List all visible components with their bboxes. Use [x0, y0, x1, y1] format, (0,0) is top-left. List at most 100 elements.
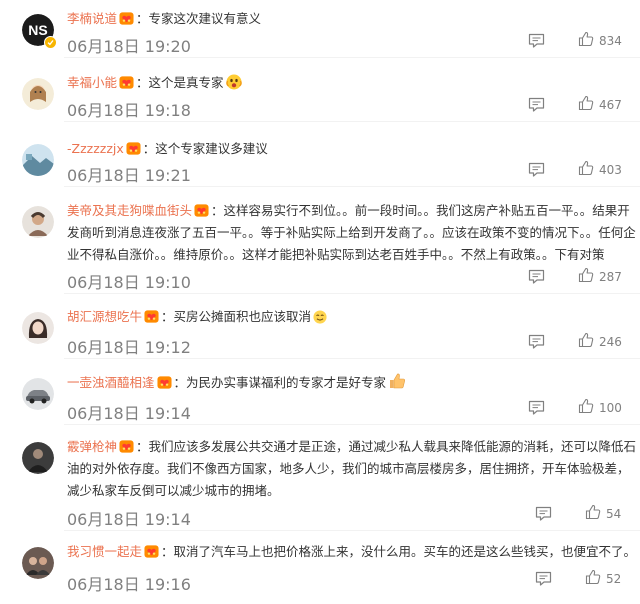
comment-divider: [64, 358, 640, 359]
fan-badge-icon: [194, 203, 209, 218]
like-button[interactable]: 246: [578, 332, 622, 352]
comment-item: 美帝及其走狗喋血街头 ：这样容易实行不到位。。前一段时间。。我们这房产补贴五百一平…: [0, 200, 640, 266]
comment-timestamp: 06月18日 19:16: [67, 575, 191, 594]
fan-badge-icon: [126, 141, 141, 156]
comment-meta: 06月18日 19:20 834: [0, 31, 640, 56]
like-count: 403: [599, 163, 622, 177]
comment-text: 这个是真专家: [148, 75, 224, 90]
surprised-face-emoji: [225, 74, 242, 90]
comment-item: 霰弹枪神 ：我们应该多发展公共交通才是正途，通过减少私人载具来降低能源的消耗，还可…: [0, 436, 640, 502]
colon-separator: ：: [142, 141, 156, 156]
comment-username[interactable]: -Zzzzzzjx: [67, 141, 124, 156]
like-count: 54: [606, 507, 622, 521]
comment-meta: 06月18日 19:10 287: [0, 267, 640, 292]
like-count: 100: [599, 401, 622, 415]
thumbs-up-icon: [585, 504, 601, 524]
comment-timestamp: 06月18日 19:12: [67, 338, 191, 357]
colon-separator: ：: [136, 75, 149, 90]
reply-icon[interactable]: [528, 400, 545, 415]
reply-icon[interactable]: [535, 571, 552, 586]
comment-text: 取消了汽车马上也把价格涨上来，没什么用。买车的还是这么些钱买，也便宜不了。: [173, 544, 637, 559]
fan-badge-icon: [144, 544, 159, 559]
avatar[interactable]: [22, 442, 54, 474]
comment-meta: 06月18日 19:21 403: [0, 160, 640, 185]
comment-text-line: 我习惯一起走 ：取消了汽车马上也把价格涨上来，没什么用。买车的还是这么些钱买，也便…: [67, 541, 640, 563]
fan-badge-icon: [119, 75, 134, 90]
like-button[interactable]: 52: [585, 569, 621, 589]
comment-body: 美帝及其走狗喋血街头 ：这样容易实行不到位。。前一段时间。。我们这房产补贴五百一平…: [67, 200, 640, 266]
colon-separator: ：: [136, 11, 149, 26]
thumbs-up-icon: [578, 160, 594, 180]
comment-text-line: -Zzzzzzjx ：这个专家建议多建议: [67, 138, 640, 160]
comment-body: 霰弹枪神 ：我们应该多发展公共交通才是正途，通过减少私人载具来降低能源的消耗，还可…: [67, 436, 640, 502]
comment-text: 我们应该多发展公共交通才是正途，通过减少私人载具来降低能源的消耗，还可以降低石油…: [67, 439, 637, 498]
comment-text: 买房公摊面积也应该取消: [173, 309, 312, 324]
reply-icon[interactable]: [535, 506, 552, 521]
like-button[interactable]: 100: [578, 398, 622, 418]
like-count: 52: [606, 572, 622, 586]
like-button[interactable]: 403: [578, 160, 622, 180]
colon-separator: ：: [211, 203, 224, 218]
like-count: 834: [599, 34, 622, 48]
avatar-image: [22, 442, 54, 474]
thumbs-up-icon: [578, 398, 594, 418]
comment-text: 专家这次建议有意义: [148, 11, 262, 26]
thumbs-up-icon: [578, 31, 594, 51]
comment-username[interactable]: 胡汇源想吃牛: [67, 309, 142, 324]
thumbs-up-icon: [578, 95, 594, 115]
thumbs-up-icon: [578, 267, 594, 287]
comment-divider: [64, 121, 640, 122]
comment-timestamp: 06月18日 19:14: [67, 510, 191, 529]
like-button[interactable]: 54: [585, 504, 621, 524]
colon-separator: ：: [161, 544, 174, 559]
reply-icon[interactable]: [528, 97, 545, 112]
comment-meta: 06月18日 19:18 467: [0, 95, 640, 120]
like-count: 287: [599, 270, 622, 284]
comment-timestamp: 06月18日 19:21: [67, 166, 191, 185]
fan-badge-icon: [156, 375, 172, 390]
reply-icon[interactable]: [528, 334, 545, 349]
comment-text-line: 李楠说道 ：专家这次建议有意义: [67, 8, 640, 30]
comment-text: 这个专家建议多建议: [155, 141, 268, 156]
colon-separator: ：: [161, 309, 174, 324]
fan-badge-icon: [144, 309, 159, 324]
colon-separator: ：: [136, 439, 149, 454]
comment-divider: [64, 530, 640, 531]
colon-separator: ：: [173, 375, 187, 390]
avatar[interactable]: [22, 206, 54, 238]
like-count: 246: [599, 335, 622, 349]
comment-divider: [64, 57, 640, 58]
reply-icon[interactable]: [528, 269, 545, 284]
thumbs-up-emoji: [388, 372, 406, 389]
comment-text-line: 一壶浊酒醯相逢 ：为民办实事谋福利的专家才是好专家: [67, 372, 640, 394]
comment-username[interactable]: 美帝及其走狗喋血街头: [67, 203, 192, 218]
comment-text-line: 胡汇源想吃牛 ：买房公摊面积也应该取消: [67, 306, 640, 328]
reply-icon[interactable]: [528, 162, 545, 177]
comment-meta: 06月18日 19:14 54: [0, 504, 640, 529]
comment-text-line: 美帝及其走狗喋血街头 ：这样容易实行不到位。。前一段时间。。我们这房产补贴五百一平…: [67, 200, 640, 266]
comment-timestamp: 06月18日 19:18: [67, 101, 191, 120]
comment-meta: 06月18日 19:14 100: [0, 398, 640, 423]
comment-username[interactable]: 李楠说道: [67, 11, 117, 26]
like-count: 467: [599, 98, 622, 112]
like-button[interactable]: 467: [578, 95, 622, 115]
reply-icon[interactable]: [528, 33, 545, 48]
comment-username[interactable]: 霰弹枪神: [67, 439, 117, 454]
comment-meta: 06月18日 19:12 246: [0, 332, 640, 357]
comment-username[interactable]: 一壶浊酒醯相逢: [67, 375, 155, 390]
fan-badge-icon: [119, 11, 134, 26]
like-button[interactable]: 834: [578, 31, 622, 51]
thumbs-up-icon: [585, 569, 601, 589]
comment-username[interactable]: 幸福小能: [67, 75, 117, 90]
avatar-image: [22, 206, 54, 238]
comment-timestamp: 06月18日 19:14: [67, 404, 191, 423]
comment-divider: [64, 186, 640, 187]
comment-text: 为民办实事谋福利的专家才是好专家: [186, 375, 387, 390]
fan-badge-icon: [119, 439, 134, 454]
comment-timestamp: 06月18日 19:20: [67, 37, 191, 56]
smile-emoji: [313, 309, 329, 325]
comment-username[interactable]: 我习惯一起走: [67, 544, 142, 559]
comment-timestamp: 06月18日 19:10: [67, 273, 191, 292]
like-button[interactable]: 287: [578, 267, 622, 287]
thumbs-up-icon: [578, 332, 594, 352]
